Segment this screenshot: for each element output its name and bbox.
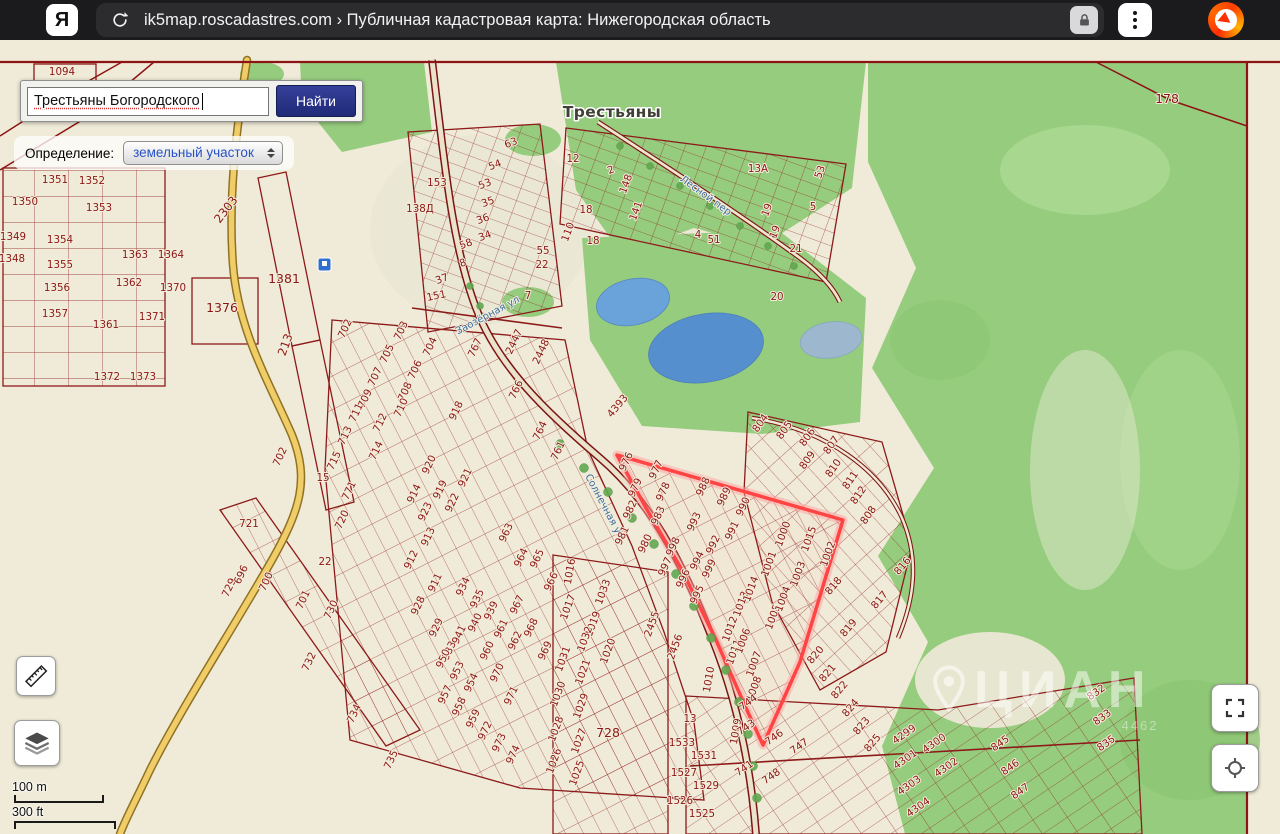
parcel-number-label: 1370: [160, 282, 186, 294]
parcel-number-label: 1356: [44, 282, 70, 294]
layers-icon: [23, 729, 51, 757]
search-input[interactable]: Трестьяны Богородского: [27, 87, 269, 116]
parcel-number-label: 1363: [122, 249, 148, 261]
parcel-number-label: 1355: [47, 259, 73, 271]
parcel-number-label: 1371: [139, 311, 165, 323]
parcel-number-label: 1376: [206, 300, 238, 315]
parcel-number-label: 1381: [268, 271, 300, 286]
layers-button[interactable]: [14, 720, 60, 766]
parcel-number-label: 15: [316, 472, 329, 484]
parcel-number-label: 1372: [94, 371, 120, 383]
parcel-number-label: 1350: [12, 196, 38, 208]
parcel-number-label: 1349: [0, 231, 26, 243]
yandex-browser-logo: [1208, 2, 1244, 38]
scale-bar: 100 m 300 ft: [12, 780, 116, 829]
parcel-number-label: 18: [579, 204, 592, 216]
url-text: ik5map.roscadastres.com › Публичная када…: [144, 11, 1070, 30]
parcel-number-label: 728: [596, 725, 620, 740]
bus-stop-icon: [318, 258, 331, 271]
parcel-number-label: 51: [707, 234, 720, 246]
parcel-number-label: 1352: [79, 175, 105, 187]
parcel-number-label: 1525: [689, 808, 715, 820]
parcel-number-label: 1364: [158, 249, 184, 261]
parcel-number-label: 1362: [116, 277, 142, 289]
parcel-number-label: 5: [810, 201, 817, 213]
crosshair-icon: [1223, 756, 1247, 780]
measure-button[interactable]: [16, 656, 56, 696]
parcel-number-label: 7: [525, 290, 532, 302]
parcel-number-label: 138Д: [406, 203, 434, 215]
locate-button[interactable]: [1211, 744, 1259, 792]
url-bar[interactable]: ik5map.roscadastres.com › Публичная када…: [96, 3, 1104, 37]
parcel-number-label: 1361: [93, 319, 119, 331]
parcel-number-label: 22: [535, 259, 548, 271]
browser-topbar: Я ik5map.roscadastres.com › Публичная ка…: [0, 0, 1280, 40]
object-type-value: земельный участок: [133, 145, 254, 160]
parcel-number-label: 1373: [130, 371, 156, 383]
parcel-number-label: 1527: [671, 767, 697, 779]
screen: Я ik5map.roscadastres.com › Публичная ка…: [0, 0, 1280, 834]
parcel-number-label: 721: [239, 518, 259, 530]
fullscreen-icon: [1223, 696, 1247, 720]
find-button[interactable]: Найти: [276, 85, 356, 117]
parcel-number-label: 1348: [0, 253, 25, 265]
scale-imperial-label: 300 ft: [12, 805, 116, 819]
parcel-number-label: 1357: [42, 308, 68, 320]
yandex-app-icon[interactable]: Я: [46, 4, 78, 36]
parcel-number-label: 1533: [669, 737, 695, 749]
browser-menu-button[interactable]: [1118, 3, 1152, 37]
text-caret: [202, 93, 203, 110]
ruler-icon: [23, 663, 49, 689]
parcel-number-label: 1094: [49, 66, 75, 78]
scale-metric-label: 100 m: [12, 780, 116, 794]
parcel-number-label: 13: [683, 713, 696, 725]
search-panel: Трестьяны Богородского Найти: [20, 80, 363, 122]
chevron-updown-icon: [267, 148, 275, 158]
parcel-number-label: 1354: [47, 234, 73, 246]
parcel-number-label: 13А: [748, 163, 768, 175]
parcel-number-label: 178: [1155, 91, 1179, 106]
object-type-select[interactable]: земельный участок: [123, 141, 283, 165]
parcel-number-label: 1531: [691, 750, 717, 762]
parcel-number-label: 153: [427, 177, 447, 189]
place-label: Трестьяны: [563, 103, 661, 121]
parcel-number-label: 20: [770, 291, 783, 303]
parcel-number-label: 1529: [693, 780, 719, 792]
fullscreen-button[interactable]: [1211, 684, 1259, 732]
yandex-logo-letter: Я: [55, 9, 69, 32]
parcel-number-label: 18: [586, 235, 599, 247]
map-viewport[interactable]: 1094178Трестьяны23032136354531533536138Д…: [0, 40, 1280, 834]
scale-imperial-bar: [14, 821, 116, 829]
parcel-number-label: 1353: [86, 202, 112, 214]
lock-icon[interactable]: [1070, 6, 1098, 34]
filter-panel: Определение: земельный участок: [14, 136, 294, 170]
parcel-number-label: 12: [566, 153, 579, 165]
parcel-number-label: 55: [536, 245, 549, 257]
parcel-number-label: 22: [318, 556, 331, 568]
reload-icon[interactable]: [110, 10, 130, 30]
filter-label: Определение:: [25, 146, 114, 161]
scale-metric-bar: [14, 795, 104, 803]
parcel-number-label: 4: [695, 229, 702, 241]
parcel-number-label: 21: [789, 243, 802, 255]
parcel-number-label: 1351: [42, 174, 68, 186]
search-query-text: Трестьяны Богородского: [34, 93, 200, 109]
parcel-number-label: 1526: [667, 795, 693, 807]
